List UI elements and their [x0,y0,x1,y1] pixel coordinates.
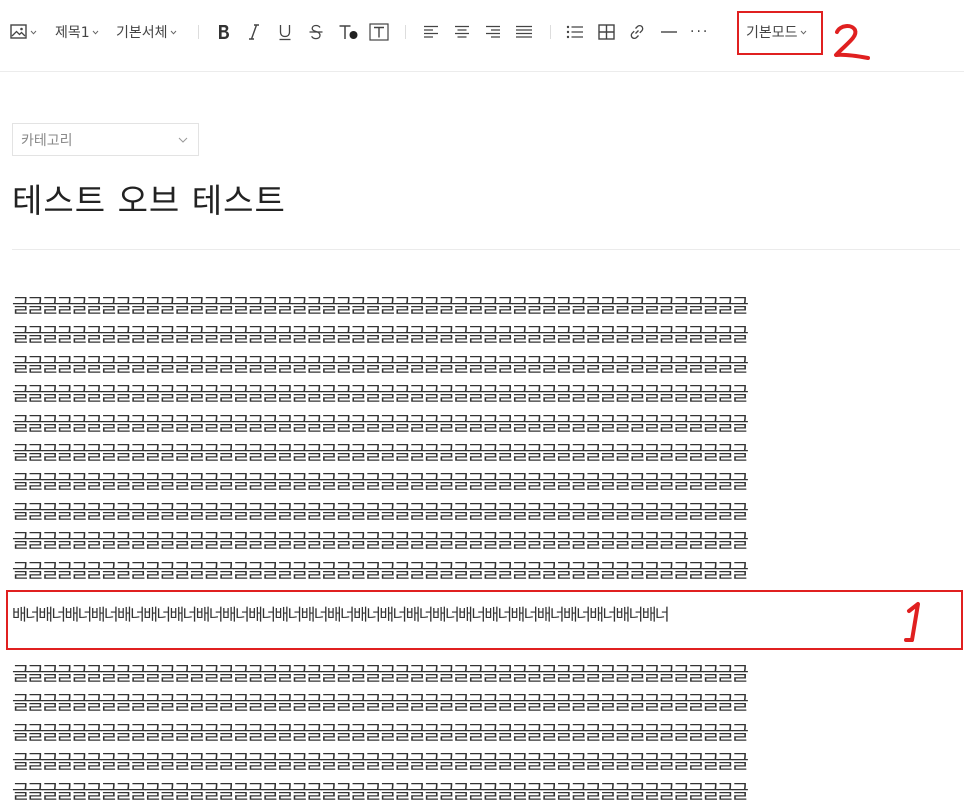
font-family-label: 기본서체 [116,25,168,41]
text-line: 글글글글글글글글글글글글글글글글글글글글글글글글글글글글글글글글글글글글글글글글… [12,441,749,464]
align-justify-icon [516,25,532,38]
table-button[interactable] [598,17,615,47]
text-line: 글글글글글글글글글글글글글글글글글글글글글글글글글글글글글글글글글글글글글글글글… [12,295,749,317]
italic-icon [249,24,259,40]
category-placeholder: 카테고리 [21,132,73,149]
heading-label: 제목1 [55,25,90,41]
link-button[interactable] [628,17,646,47]
text-line: 글글글글글글글글글글글글글글글글글글글글글글글글글글글글글글글글글글글글글글글글… [12,324,749,347]
body-paragraph-bottom[interactable]: 글글글글글글글글글글글글글글글글글글글글글글글글글글글글글글글글글글글글글글글글… [12,660,947,807]
chevron-down-icon [30,30,37,35]
align-justify-button[interactable] [515,17,533,47]
bullet-list-button[interactable] [566,17,584,47]
font-family-dropdown[interactable]: 기본서체 [116,17,177,47]
text-line: 글글글글글글글글글글글글글글글글글글글글글글글글글글글글글글글글글글글글글글글글… [12,559,749,582]
text-background-icon [369,23,389,41]
text-line: 글글글글글글글글글글글글글글글글글글글글글글글글글글글글글글글글글글글글글글글글… [12,751,749,774]
table-icon [598,24,615,40]
strikethrough-button[interactable] [308,17,324,47]
align-left-icon [424,25,438,38]
toolbar-separator [550,25,551,39]
image-icon [10,24,27,39]
bullet-list-icon [566,25,583,39]
title-divider [12,249,960,250]
text-line: 글글글글글글글글글글글글글글글글글글글글글글글글글글글글글글글글글글글글글글글글… [12,530,749,553]
text-line: 글글글글글글글글글글글글글글글글글글글글글글글글글글글글글글글글글글글글글글글글… [12,353,749,376]
post-title[interactable]: 테스트 오브 테스트 [12,174,286,222]
italic-button[interactable] [247,17,261,47]
bold-button[interactable] [216,17,232,47]
chevron-down-icon [170,30,177,35]
more-icon: ··· [690,24,710,40]
text-line: 글글글글글글글글글글글글글글글글글글글글글글글글글글글글글글글글글글글글글글글글… [12,412,749,435]
text-color-button[interactable] [338,17,360,47]
chevron-down-icon [92,30,99,35]
chevron-down-icon [178,137,188,143]
text-line: 글글글글글글글글글글글글글글글글글글글글글글글글글글글글글글글글글글글글글글글글… [12,663,749,685]
category-select[interactable]: 카테고리 [12,123,199,156]
horizontal-rule-button[interactable] [660,17,678,47]
more-button[interactable]: ··· [690,17,709,47]
text-color-icon [339,25,358,39]
heading-dropdown[interactable]: 제목1 [55,17,99,47]
annotation-label-1: 1 [902,600,928,648]
text-line: 글글글글글글글글글글글글글글글글글글글글글글글글글글글글글글글글글글글글글글글글… [12,471,749,494]
text-background-button[interactable] [369,17,389,47]
insert-image-button[interactable] [10,17,37,47]
text-line: 글글글글글글글글글글글글글글글글글글글글글글글글글글글글글글글글글글글글글글글글… [12,721,749,744]
body-paragraph-top[interactable]: 글글글글글글글글글글글글글글글글글글글글글글글글글글글글글글글글글글글글글글글글… [12,292,947,586]
strikethrough-icon [309,24,323,40]
bold-icon [219,25,229,39]
text-line: 글글글글글글글글글글글글글글글글글글글글글글글글글글글글글글글글글글글글글글글글… [12,383,749,406]
align-right-icon [486,25,500,38]
annotation-label-2: 2 [830,20,872,68]
link-icon [630,24,644,40]
editor-toolbar: 제목1 기본서체 ··· 기본모드 [0,0,964,72]
annotation-box-mode [737,11,823,55]
text-line: 글글글글글글글글글글글글글글글글글글글글글글글글글글글글글글글글글글글글글글글글… [12,692,749,715]
align-center-icon [455,25,469,38]
text-line: 글글글글글글글글글글글글글글글글글글글글글글글글글글글글글글글글글글글글글글글글… [12,500,749,523]
horizontal-rule-icon [661,31,677,33]
underline-icon [279,25,291,41]
toolbar-separator [405,25,406,39]
align-center-button[interactable] [454,17,470,47]
toolbar-separator [198,25,199,39]
align-right-button[interactable] [485,17,501,47]
banner-text-line[interactable]: 배너배너배너배너배너배너배너배너배너배너배너배너배너배너배너배너배너배너배너배너… [12,600,892,630]
underline-button[interactable] [277,17,293,47]
align-left-button[interactable] [423,17,439,47]
text-line: 글글글글글글글글글글글글글글글글글글글글글글글글글글글글글글글글글글글글글글글글… [12,780,749,803]
